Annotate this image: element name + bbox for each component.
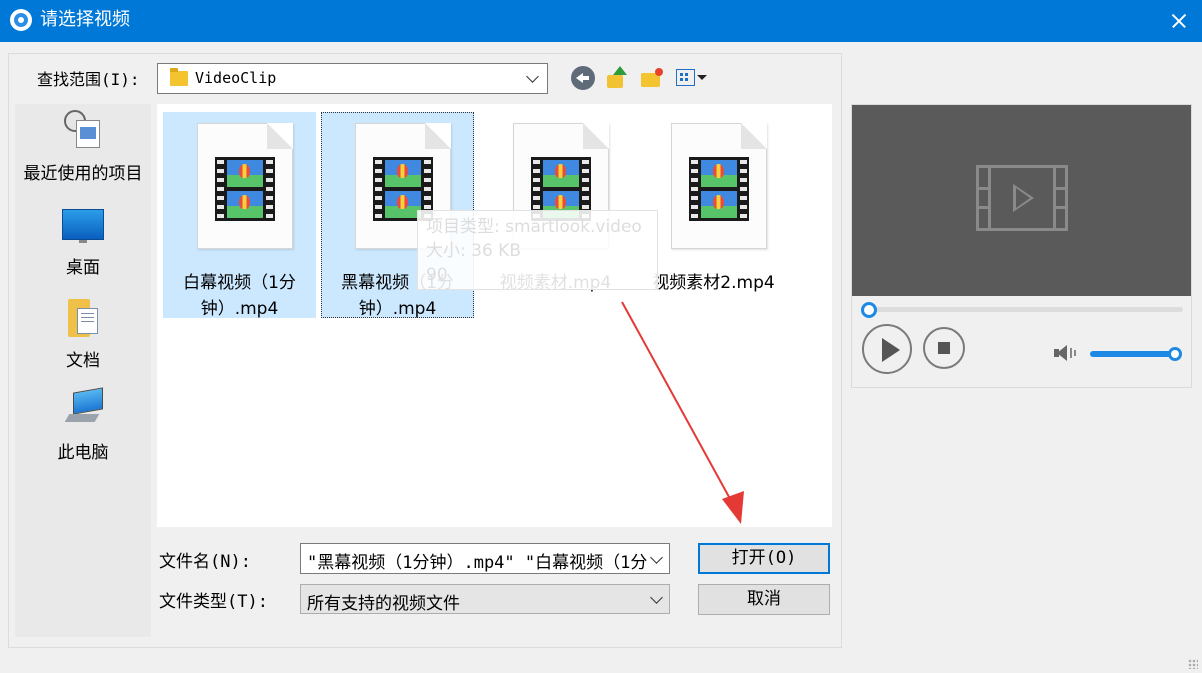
title-bar: 请选择视频	[0, 0, 1202, 42]
tooltip-extra: 90	[426, 265, 448, 285]
volume-knob[interactable]	[1168, 347, 1182, 361]
volume-icon[interactable]	[1054, 345, 1080, 361]
folder-icon	[170, 68, 188, 86]
file-name-input[interactable]: "黑幕视频（1分钟）.mp4" "白幕视频（1分钟）.mp4"	[300, 543, 670, 574]
look-in-value: VideoClip	[195, 69, 277, 87]
progress-knob[interactable]	[861, 302, 877, 318]
app-film-icon	[10, 9, 32, 31]
file-type-value: 所有支持的视频文件	[307, 594, 460, 614]
cancel-button[interactable]: 取消	[698, 584, 830, 615]
chevron-down-icon[interactable]	[650, 551, 663, 564]
this-pc-icon[interactable]	[64, 387, 105, 424]
close-button[interactable]	[1156, 0, 1202, 42]
open-button[interactable]: 打开(O)	[698, 543, 830, 574]
volume-slider[interactable]	[1090, 351, 1178, 357]
window-title: 请选择视频	[40, 9, 130, 30]
file-tooltip: 项目类型: smartlook.video 大小: 36 KB 90	[417, 210, 658, 290]
new-folder-icon[interactable]	[640, 66, 664, 90]
place-label: 此电脑	[57, 443, 109, 463]
video-placeholder-icon	[976, 165, 1068, 231]
file-type-label: 文件类型(T):	[159, 592, 268, 612]
recent-items-icon[interactable]	[64, 110, 102, 150]
play-button[interactable]	[862, 324, 912, 374]
file-name-label: 文件名(N):	[159, 552, 251, 572]
stop-button[interactable]	[923, 327, 965, 369]
documents-icon[interactable]	[68, 299, 98, 337]
place-label: 文档	[66, 351, 100, 371]
up-folder-icon[interactable]	[605, 66, 629, 90]
file-list[interactable]: 白幕视频（1分钟）.mp4 黑幕视频（1分钟）.mp4 视频素材.mp4 视频素…	[157, 104, 832, 527]
place-label: 桌面	[66, 258, 100, 278]
look-in-label: 查找范围(I):	[37, 70, 140, 89]
file-type-select[interactable]: 所有支持的视频文件	[300, 584, 670, 614]
chevron-down-icon[interactable]	[650, 591, 663, 604]
file-name: 视频素材2.mp4	[652, 273, 775, 293]
places-bar: 最近使用的项目 桌面 文档 此电脑	[15, 104, 151, 637]
video-file-icon	[671, 123, 767, 249]
video-preview	[852, 105, 1191, 296]
desktop-icon[interactable]	[62, 209, 104, 243]
progress-bar[interactable]	[866, 307, 1183, 312]
tooltip-size: 大小: 36 KB	[426, 241, 521, 261]
file-item[interactable]: 视频素材2.mp4	[637, 112, 790, 318]
file-name-value: "黑幕视频（1分钟）.mp4" "白幕视频（1分钟）.mp4"	[307, 553, 647, 573]
tooltip-type: 项目类型: smartlook.video	[426, 217, 642, 237]
file-name: 白幕视频（1分 钟）.mp4	[183, 273, 296, 319]
look-in-dropdown[interactable]: VideoClip	[157, 63, 548, 94]
view-menu-icon[interactable]	[676, 66, 707, 90]
video-file-icon	[197, 123, 293, 249]
resize-grip[interactable]	[1188, 659, 1198, 669]
chevron-down-icon[interactable]	[526, 70, 539, 83]
place-label: 最近使用的项目	[23, 164, 143, 184]
back-icon[interactable]	[571, 66, 595, 90]
file-item[interactable]: 白幕视频（1分 钟）.mp4	[163, 112, 316, 319]
